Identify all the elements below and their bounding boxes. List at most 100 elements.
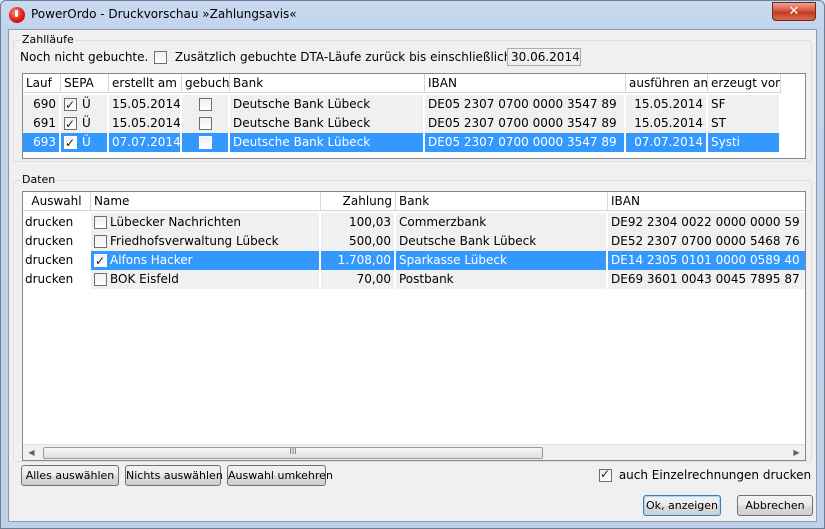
iban-cell: DE14 2305 0101 0000 0589 40 <box>608 251 805 270</box>
additional-runs-label: Zusätzlich gebuchte DTA-Läufe zurück bis… <box>174 50 516 64</box>
name-cell: Alfons Hacker <box>91 251 319 270</box>
sepa-flag: Ü <box>82 97 91 111</box>
window-title: PowerOrdo - Druckvorschau »Zahlungsavis« <box>31 7 297 21</box>
amount-cell: 70,00 <box>321 270 394 289</box>
created-by-cell: SF <box>708 95 779 114</box>
execute-date-cell: 07.07.2014 <box>626 133 706 152</box>
column-header[interactable]: gebucht <box>182 74 230 93</box>
sepa-cell: Ü <box>61 114 107 133</box>
payees-table[interactable]: Auswahl Name Zahlung Bank IBAN ◀ III ▶ druck… <box>22 191 806 461</box>
print-checkbox[interactable] <box>94 273 107 286</box>
payment-runs-table[interactable]: Lauf SEPA erstellt am gebucht Bank IBAN ausfüh… <box>22 73 806 159</box>
scroll-right-icon[interactable]: ▶ <box>788 445 805 460</box>
column-header[interactable]: Auswahl <box>23 192 91 211</box>
booked-checkbox[interactable] <box>198 136 212 149</box>
booked-cell <box>182 95 228 114</box>
selection-cell: drucken <box>23 270 89 289</box>
bank-cell: Deutsche Bank Lübeck <box>396 232 606 251</box>
created-cell: 07.07.2014 <box>109 133 180 152</box>
payee-name: Lübecker Nachrichten <box>110 215 242 229</box>
additional-runs-option[interactable]: Zusätzlich gebuchte DTA-Läufe zurück bis… <box>154 50 515 64</box>
column-header[interactable]: Bank <box>396 192 608 211</box>
column-header[interactable]: Zahlung <box>321 192 396 211</box>
column-header[interactable]: erzeugt von <box>708 74 781 93</box>
amount-cell: 500,00 <box>321 232 394 251</box>
sepa-flag: Ü <box>82 116 91 130</box>
select-none-button[interactable]: Nichts auswählen <box>125 465 223 486</box>
not-booked-label: Noch nicht gebuchte. <box>20 50 149 64</box>
booked-cell <box>182 114 228 133</box>
iban-cell: DE52 2307 0700 0000 5468 76 <box>608 232 805 251</box>
print-checkbox[interactable] <box>94 216 107 229</box>
column-header[interactable]: IBAN <box>425 74 626 93</box>
table-row[interactable]: 690 Ü 15.05.2014 Deutsche Bank LübeckDE05 2… <box>23 95 781 114</box>
sepa-cell: Ü <box>61 133 107 152</box>
column-header[interactable]: IBAN <box>608 192 805 211</box>
dialog-window: PowerOrdo - Druckvorschau »Zahlungsavis«… <box>0 0 825 529</box>
sepa-cell: Ü <box>61 95 107 114</box>
daten-group: Daten Auswahl Name Zahlung Bank IBAN ◀ III ▶… <box>13 173 812 462</box>
ok-show-button[interactable]: Ok, anzeigen <box>643 495 721 516</box>
created-by-cell: Systi <box>708 133 779 152</box>
lauf-cell: 693 <box>23 133 59 152</box>
booked-checkbox[interactable] <box>198 98 212 111</box>
name-cell: Friedhofsverwaltung Lübeck <box>91 232 319 251</box>
payees-header: Auswahl Name Zahlung Bank IBAN <box>23 192 805 211</box>
name-cell: BOK Eisfeld <box>91 270 319 289</box>
daten-legend: Daten <box>20 173 58 186</box>
bank-cell: Postbank <box>396 270 606 289</box>
table-row[interactable]: drucken Friedhofsverwaltung Lübeck 500,00 D… <box>23 232 805 251</box>
select-all-button[interactable]: Alles auswählen <box>21 465 119 486</box>
column-header[interactable]: Lauf <box>23 74 61 93</box>
sepa-checkbox[interactable] <box>64 115 77 133</box>
cutoff-date-field[interactable]: 30.06.2014 <box>507 48 581 66</box>
amount-cell: 100,03 <box>321 213 394 232</box>
selection-cell: drucken <box>23 232 89 251</box>
table-row[interactable]: 693 Ü 07.07.2014 Deutsche Bank LübeckDE05 2… <box>23 133 781 152</box>
invert-selection-button[interactable]: Auswahl umkehren <box>227 465 333 486</box>
column-header[interactable]: SEPA <box>61 74 109 93</box>
app-logo-icon <box>9 7 25 23</box>
table-row[interactable]: 691 Ü 15.05.2014 Deutsche Bank LübeckDE05 2… <box>23 114 781 133</box>
sepa-checkbox[interactable] <box>64 96 77 114</box>
cancel-button[interactable]: Abbrechen <box>737 495 813 516</box>
additional-runs-checkbox[interactable] <box>154 51 167 64</box>
iban-cell: DE92 2304 0022 0000 0000 59 <box>608 213 805 232</box>
sepa-checkbox[interactable] <box>64 134 77 152</box>
column-header[interactable]: ausführen am <box>626 74 708 93</box>
bank-cell: Deutsche Bank Lübeck <box>230 133 423 152</box>
zahllaeufe-legend: Zahlläufe <box>20 33 76 46</box>
print-checkbox[interactable] <box>94 235 107 248</box>
bank-cell: Deutsche Bank Lübeck <box>230 114 423 133</box>
execute-date-cell: 15.05.2014 <box>626 114 706 133</box>
iban-cell: DE69 3601 0043 0045 7895 87 <box>608 270 805 289</box>
selection-cell: drucken <box>23 251 89 270</box>
table-row[interactable]: drucken BOK Eisfeld 70,00 Postbank DE69 3601… <box>23 270 805 289</box>
dialog-client-area: Zahlläufe Noch nicht gebuchte. Zusätzlic… <box>8 29 817 522</box>
booked-cell <box>182 133 228 152</box>
zahllaeufe-group: Zahlläufe Noch nicht gebuchte. Zusätzlic… <box>13 33 812 162</box>
title-bar[interactable]: PowerOrdo - Druckvorschau »Zahlungsavis«… <box>1 1 824 29</box>
amount-cell: 1.708,00 <box>321 251 394 270</box>
created-cell: 15.05.2014 <box>109 114 180 133</box>
name-cell: Lübecker Nachrichten <box>91 213 319 232</box>
payee-name: BOK Eisfeld <box>110 272 179 286</box>
column-header[interactable]: erstellt am <box>109 74 182 93</box>
table-row[interactable]: drucken Alfons Hacker 1.708,00Sparkasse Lü… <box>23 251 805 270</box>
iban-cell: DE05 2307 0700 0000 3547 89 <box>425 133 624 152</box>
scroll-thumb[interactable]: III <box>43 447 543 459</box>
scroll-left-icon[interactable]: ◀ <box>23 445 40 460</box>
booked-checkbox[interactable] <box>198 117 212 130</box>
print-checkbox[interactable] <box>94 252 107 270</box>
column-header[interactable]: Name <box>91 192 321 211</box>
single-invoices-checkbox[interactable] <box>599 467 612 482</box>
single-invoices-option[interactable]: auch Einzelrechnungen drucken <box>599 467 811 482</box>
execute-date-cell: 15.05.2014 <box>626 95 706 114</box>
horizontal-scrollbar[interactable]: ◀ III ▶ <box>23 444 805 460</box>
table-row[interactable]: drucken Lübecker Nachrichten 100,03 Commerz… <box>23 213 805 232</box>
created-by-cell: ST <box>708 114 779 133</box>
created-cell: 15.05.2014 <box>109 95 180 114</box>
payment-runs-header: Lauf SEPA erstellt am gebucht Bank IBAN ausfüh… <box>23 74 781 93</box>
column-header[interactable]: Bank <box>230 74 425 93</box>
close-button[interactable]: ✕ <box>772 2 816 21</box>
